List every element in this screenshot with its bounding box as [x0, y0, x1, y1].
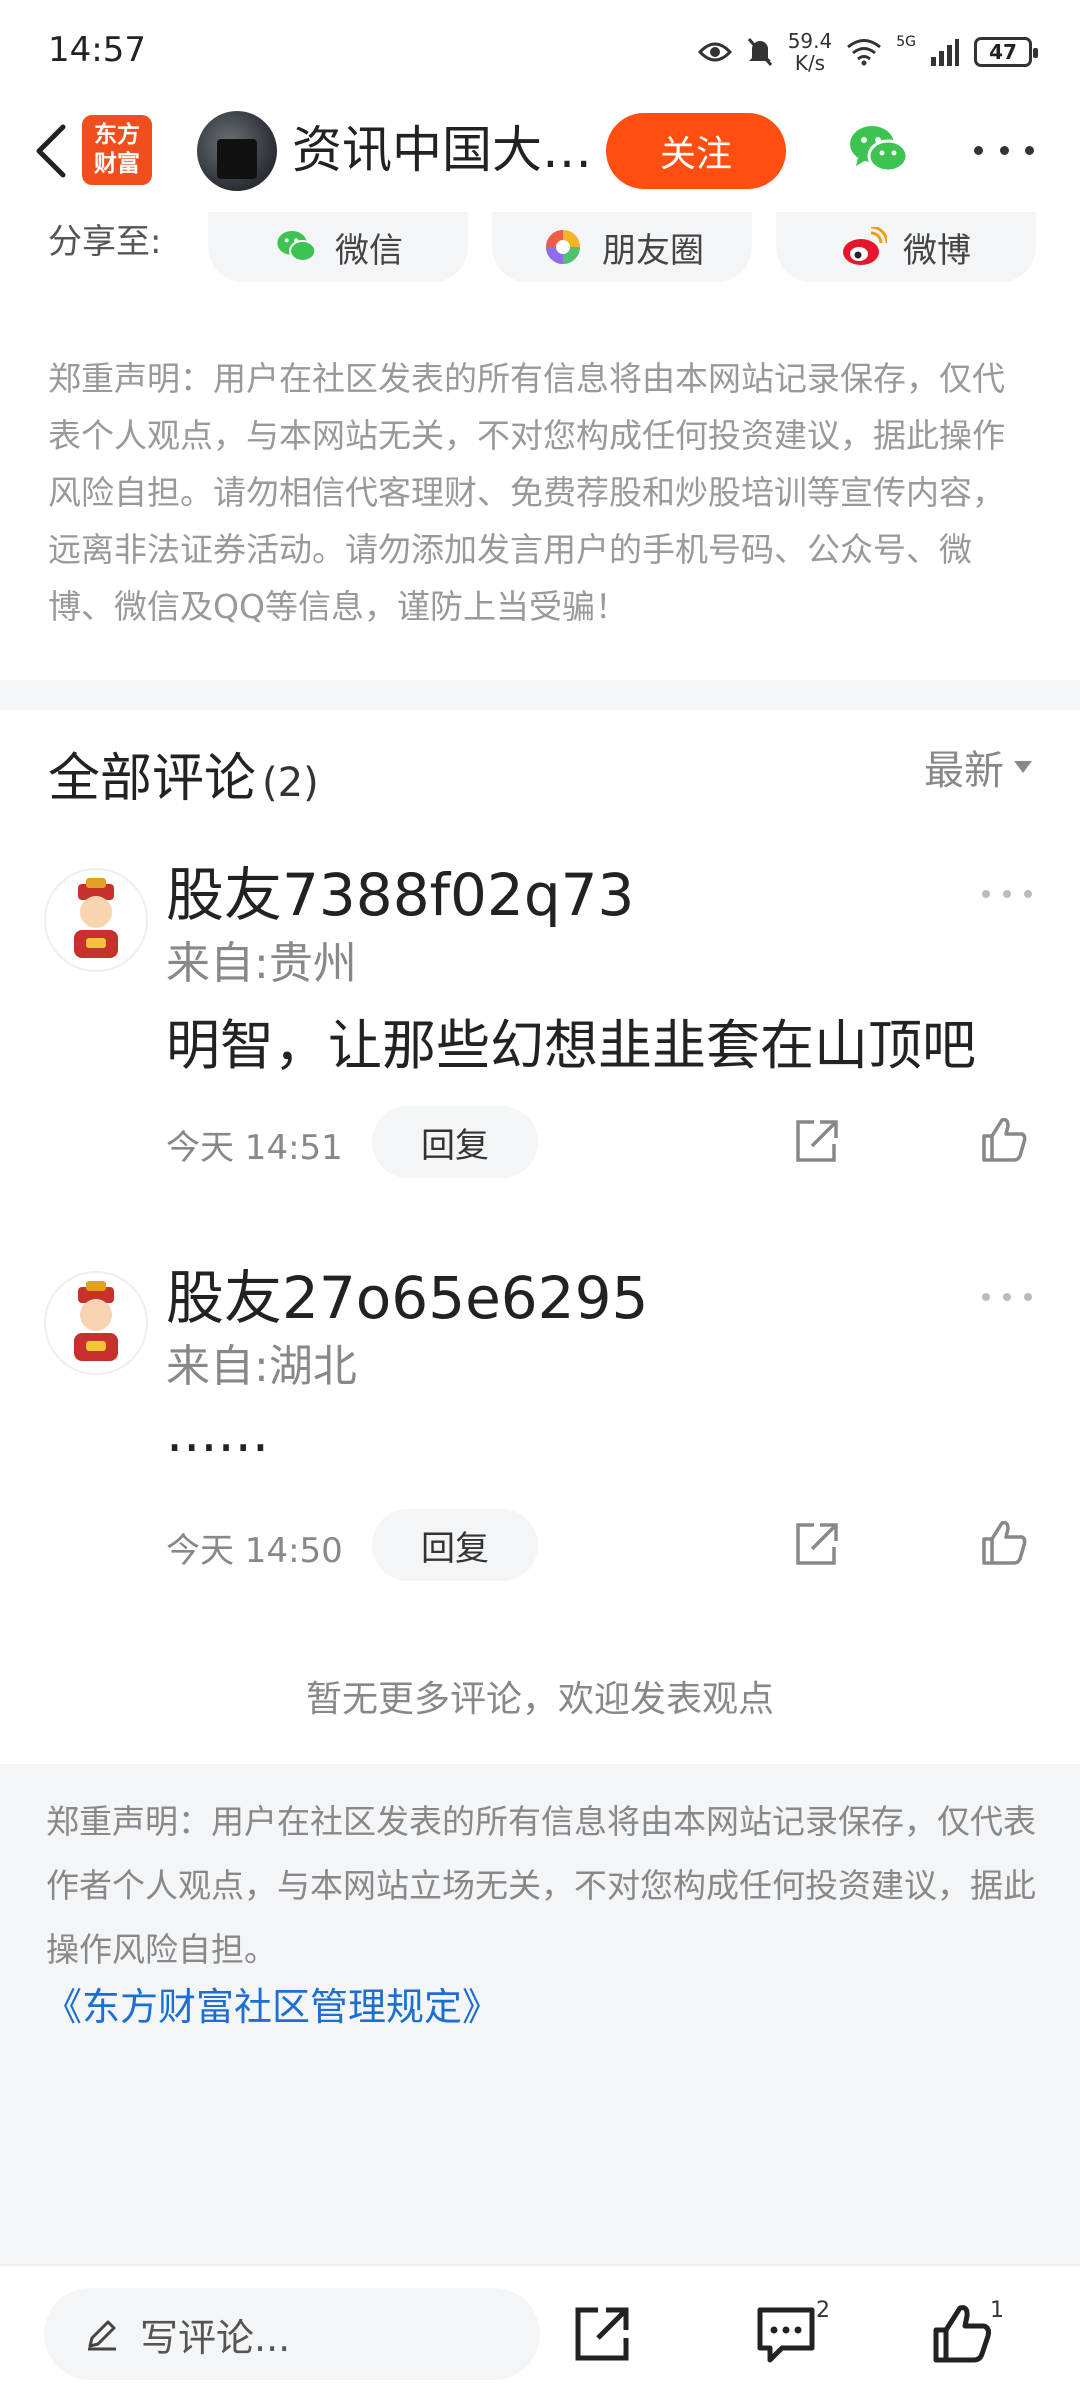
battery-indicator: 47 — [974, 37, 1038, 67]
more-options-button[interactable] — [974, 130, 1034, 170]
like-icon[interactable] — [978, 1114, 1030, 1166]
status-bar: 14:57 59.4 K/s 5G 47 — [0, 0, 1080, 100]
network-type: 5G — [896, 34, 916, 50]
comment-text: ...... — [166, 1401, 269, 1464]
like-icon[interactable] — [930, 2302, 994, 2366]
share-icon[interactable] — [570, 2302, 634, 2366]
comment-time: 今天 14:50 — [166, 1531, 343, 1571]
comment-username[interactable]: 股友27o65e6295 — [166, 1263, 648, 1333]
share-icon[interactable] — [790, 1116, 842, 1168]
comment-location: 来自:湖北 — [166, 1341, 357, 1392]
footer-disclaimer-text: 郑重声明：用户在社区发表的所有信息将由本网站记录保存，仅代表作者个人观点，与本网… — [46, 1802, 1036, 1969]
write-comment-placeholder: 写评论... — [140, 2315, 291, 2360]
wechat-icon — [277, 231, 317, 262]
comment-item: 股友27o65e6295 来自:湖北 ...... 今天 14:50 回复 — [0, 1263, 1080, 1623]
back-arrow-icon — [36, 124, 66, 178]
comment-time: 今天 14:51 — [166, 1128, 343, 1168]
signal-icon — [931, 39, 959, 66]
comment-more-button[interactable] — [982, 1293, 1032, 1303]
share-icon[interactable] — [790, 1519, 842, 1571]
comment-text: 明智，让那些幻想韭韭套在山顶吧 — [166, 1014, 976, 1077]
mute-bell-icon — [747, 38, 772, 66]
comment-count-badge: 2 — [816, 2298, 830, 2323]
eastmoney-logo[interactable]: 东方 财富 — [82, 115, 152, 185]
eye-icon — [697, 42, 732, 62]
footer-area: 郑重声明：用户在社区发表的所有信息将由本网站记录保存，仅代表作者个人观点，与本网… — [0, 1764, 1080, 2264]
comment-username[interactable]: 股友7388f02q73 — [166, 860, 634, 930]
share-label: 分享至: — [48, 222, 162, 262]
sort-dropdown[interactable]: 最新 — [924, 738, 1032, 796]
comments-title: 全部评论 (2) — [48, 749, 319, 809]
like-icon[interactable] — [978, 1517, 1030, 1569]
comment-icon[interactable] — [754, 2302, 818, 2366]
status-icons: 59.4 K/s 5G 47 — [697, 28, 1038, 76]
section-divider — [0, 680, 1080, 710]
reply-button[interactable]: 回复 — [372, 1106, 538, 1178]
author-avatar[interactable] — [197, 111, 277, 191]
no-more-comments-text: 暂无更多评论，欢迎发表观点 — [305, 1679, 774, 1720]
pencil-icon — [88, 2320, 116, 2351]
write-comment-input[interactable]: 写评论... — [44, 2288, 540, 2380]
net-speed: 59.4 K/s — [787, 29, 833, 75]
share-wechat-button[interactable]: 微信 — [208, 212, 468, 282]
wifi-icon — [847, 39, 882, 66]
follow-button[interactable]: 关注 — [606, 113, 786, 189]
share-moments-button[interactable]: 朋友圈 — [492, 212, 752, 282]
community-rules-link[interactable]: 《东方财富社区管理规定》 — [44, 1976, 500, 2031]
reply-button[interactable]: 回复 — [372, 1509, 538, 1581]
author-name[interactable]: 资讯中国大… — [292, 118, 592, 182]
comment-more-button[interactable] — [982, 890, 1032, 900]
comment-location: 来自:贵州 — [166, 938, 357, 989]
moments-icon — [546, 230, 580, 264]
post-header: 东方 财富 资讯中国大… 关注 — [0, 100, 1080, 212]
comments-count: (2) — [262, 760, 319, 806]
avatar[interactable] — [44, 868, 148, 972]
fortune-god-avatar-icon — [74, 1281, 118, 1361]
comment-item: 股友7388f02q73 来自:贵州 明智，让那些幻想韭韭套在山顶吧 今天 14… — [0, 860, 1080, 1220]
status-time: 14:57 — [48, 30, 146, 70]
dropdown-triangle-icon — [1014, 761, 1032, 773]
avatar[interactable] — [44, 1271, 148, 1375]
bottom-action-bar: 写评论... 2 1 — [0, 2264, 1080, 2400]
disclaimer-text: 郑重声明：用户在社区发表的所有信息将由本网站记录保存，仅代表个人观点，与本网站无… — [48, 359, 1005, 626]
share-row: 分享至: 微信 朋友圈 微博 — [0, 212, 1080, 292]
weibo-icon — [843, 227, 887, 265]
back-button[interactable] — [20, 118, 80, 184]
share-weibo-button[interactable]: 微博 — [776, 212, 1036, 282]
like-count-badge: 1 — [990, 2298, 1004, 2323]
fortune-god-avatar-icon — [74, 878, 118, 958]
wechat-icon[interactable] — [846, 120, 910, 180]
